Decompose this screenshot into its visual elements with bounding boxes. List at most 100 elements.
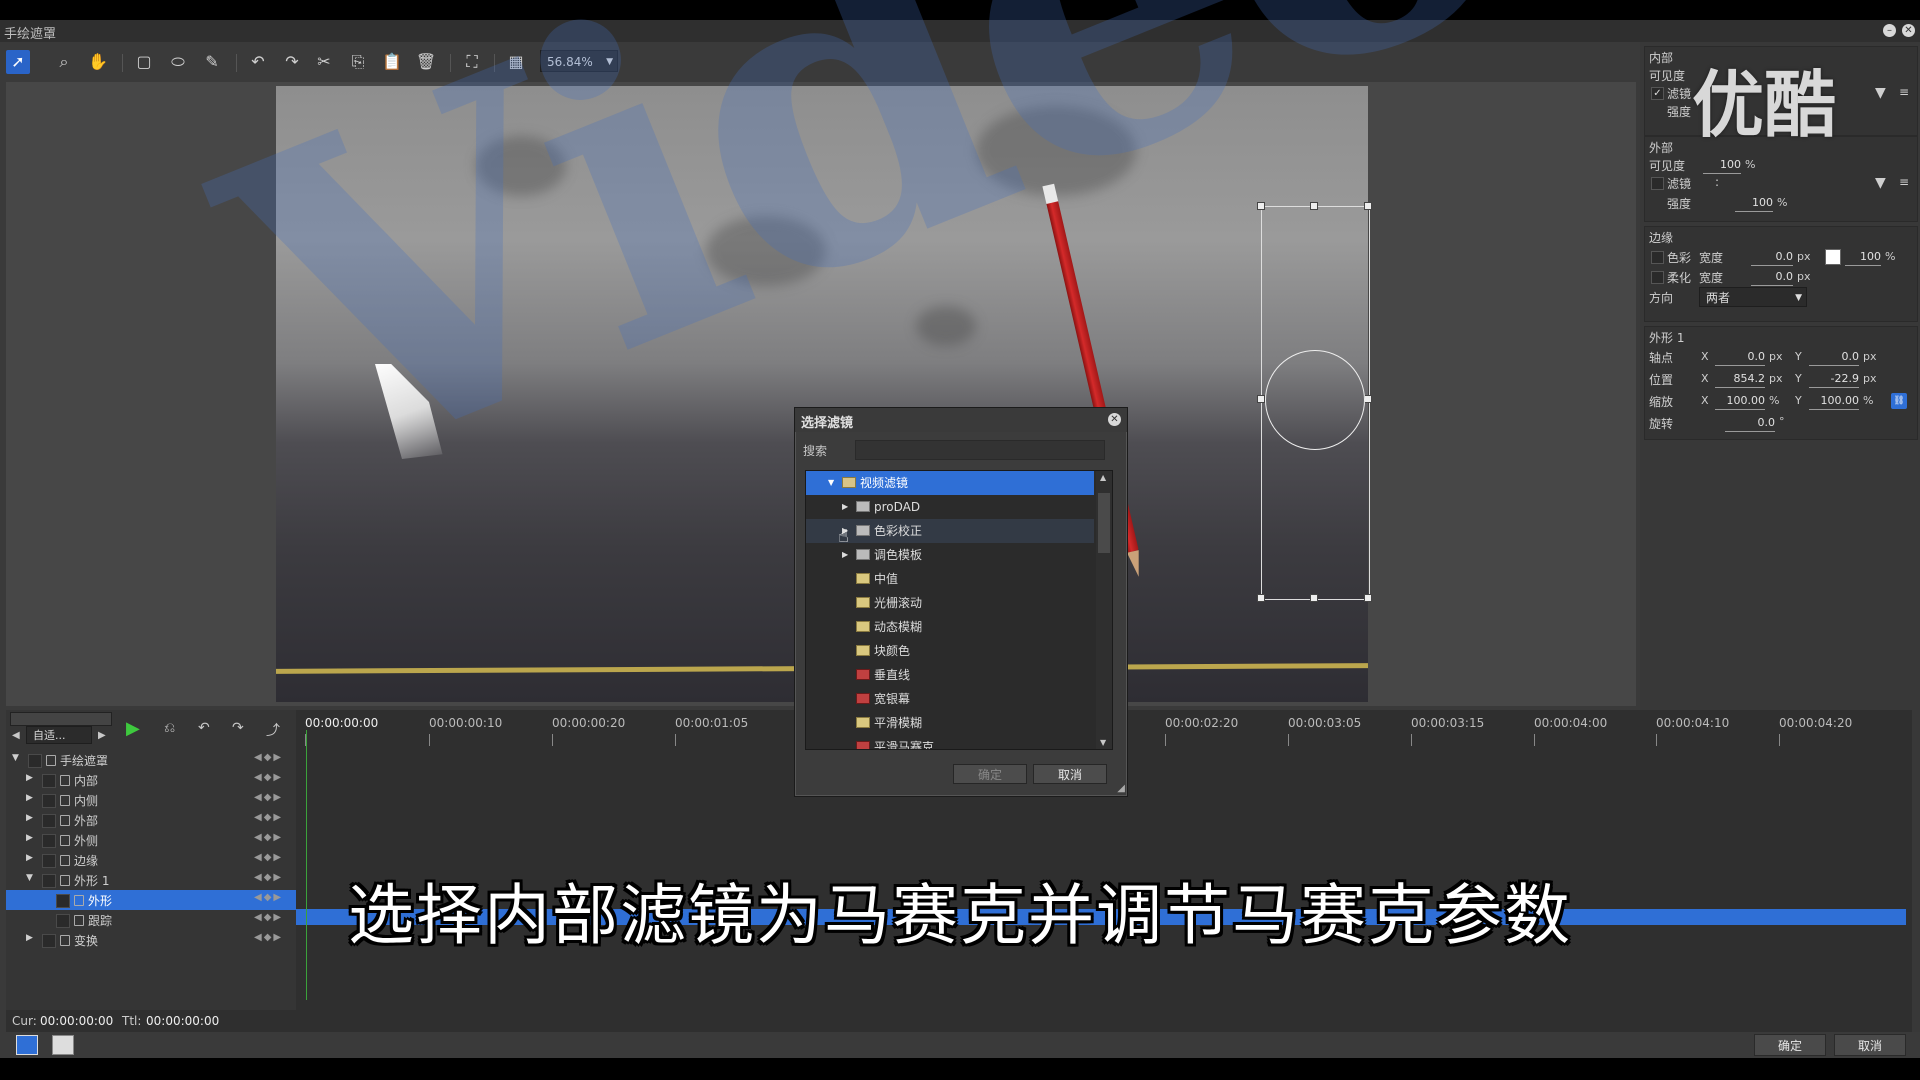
- scroll-up-icon[interactable]: ▲: [1100, 473, 1106, 482]
- collapsed-arrow-icon[interactable]: ▶: [26, 833, 33, 843]
- timeline-slider[interactable]: [10, 712, 112, 726]
- timeline-track[interactable]: ▶ 内部 ◀◆▶: [6, 770, 296, 790]
- redo-icon[interactable]: ↷: [280, 50, 304, 74]
- search-input[interactable]: [855, 440, 1105, 460]
- mask-handle[interactable]: [1257, 395, 1265, 403]
- fit-screen-icon[interactable]: ⛶: [460, 50, 484, 74]
- dialog-cancel-button[interactable]: 取消: [1033, 764, 1107, 784]
- copy-icon[interactable]: ⎘: [346, 50, 370, 74]
- timeline-track[interactable]: ▶ 外部 ◀◆▶: [6, 810, 296, 830]
- grid-icon[interactable]: ▦: [504, 50, 528, 74]
- tree-item[interactable]: ▶ 色彩校正: [806, 519, 1094, 543]
- mask-handle[interactable]: [1257, 594, 1265, 602]
- scroll-down-icon[interactable]: ▼: [1100, 738, 1106, 747]
- paste-icon[interactable]: 📋: [380, 50, 404, 74]
- timeline-track[interactable]: ▶ 外侧 ◀◆▶: [6, 830, 296, 850]
- ellipse-tool-icon[interactable]: ⬭: [166, 50, 190, 74]
- mode-dropdown[interactable]: 自适...: [26, 726, 92, 744]
- mask-handle[interactable]: [1257, 202, 1265, 210]
- layout-single-icon[interactable]: [16, 1035, 38, 1055]
- feather-width-field[interactable]: 0.0: [1751, 269, 1793, 286]
- collapsed-arrow-icon[interactable]: ▶: [26, 813, 33, 823]
- timeline-track[interactable]: ▼ 手绘遮罩 ◀◆▶: [6, 750, 296, 770]
- track-checkbox[interactable]: [42, 814, 56, 828]
- filter-icon[interactable]: ▼: [1875, 85, 1886, 101]
- list-icon[interactable]: ≡: [1899, 85, 1909, 99]
- keyframe-nav-icon[interactable]: ◀◆▶: [254, 812, 283, 823]
- link-scale-icon[interactable]: ⛓: [1891, 393, 1907, 409]
- undo-icon[interactable]: ↶: [198, 720, 210, 736]
- keyframe-nav-icon[interactable]: ◀◆▶: [254, 792, 283, 803]
- scrollbar[interactable]: ▲ ▼: [1096, 471, 1112, 749]
- mask-handle[interactable]: [1364, 395, 1372, 403]
- collapsed-arrow-icon[interactable]: ▶: [842, 495, 848, 519]
- play-icon[interactable]: ▶: [126, 718, 140, 739]
- track-checkbox[interactable]: [42, 834, 56, 848]
- close-icon[interactable]: ✕: [1108, 413, 1121, 426]
- layout-dual-icon[interactable]: [52, 1035, 74, 1055]
- tree-item[interactable]: 动态模糊: [806, 615, 1094, 639]
- prev-icon[interactable]: ◀: [12, 730, 20, 741]
- edge-width-field[interactable]: 0.0: [1751, 249, 1793, 266]
- delete-icon[interactable]: 🗑: [414, 50, 438, 74]
- keyframe-nav-icon[interactable]: ◀◆▶: [254, 752, 283, 763]
- direction-dropdown[interactable]: 两者 ▼: [1699, 287, 1807, 307]
- tree-folder-video-filters[interactable]: ▼ 视频滤镜: [806, 471, 1094, 495]
- pen-tool-icon[interactable]: ✎: [200, 50, 224, 74]
- track-checkbox[interactable]: [42, 794, 56, 808]
- mask-handle[interactable]: [1310, 594, 1318, 602]
- cancel-button[interactable]: 取消: [1834, 1034, 1906, 1056]
- next-icon[interactable]: ▶: [98, 730, 106, 741]
- mask-rotation-circle[interactable]: [1265, 350, 1365, 450]
- tree-item[interactable]: ▶ proDAD: [806, 495, 1094, 519]
- mask-handle[interactable]: [1364, 594, 1372, 602]
- scale-x-field[interactable]: 100.00: [1715, 393, 1765, 410]
- anchor-x-field[interactable]: 0.0: [1715, 349, 1765, 366]
- tree-item[interactable]: 宽银幕: [806, 687, 1094, 711]
- outer-filter-checkbox[interactable]: [1651, 177, 1664, 190]
- filter-icon[interactable]: ▼: [1875, 175, 1886, 191]
- outer-strength-field[interactable]: 100: [1735, 195, 1773, 212]
- tree-item[interactable]: ▶ 调色模板: [806, 543, 1094, 567]
- position-x-field[interactable]: 854.2: [1715, 371, 1765, 388]
- tree-item[interactable]: 中值: [806, 567, 1094, 591]
- mask-handle[interactable]: [1364, 202, 1372, 210]
- edge-opacity-field[interactable]: 100: [1845, 249, 1881, 266]
- zoom-dropdown[interactable]: 56.84% ▼: [540, 50, 618, 72]
- expanded-arrow-icon[interactable]: ▼: [828, 471, 834, 495]
- tree-item[interactable]: 平滑模糊: [806, 711, 1094, 735]
- track-checkbox[interactable]: [42, 774, 56, 788]
- tree-item[interactable]: 块颜色: [806, 639, 1094, 663]
- tree-item[interactable]: 平滑马赛克: [806, 735, 1094, 749]
- edge-feather-checkbox[interactable]: [1651, 271, 1664, 284]
- rotate-field[interactable]: 0.0: [1725, 415, 1775, 432]
- dialog-ok-button[interactable]: 确定: [953, 764, 1027, 784]
- hand-tool-icon[interactable]: ✋: [86, 50, 110, 74]
- timeline-track[interactable]: ▶ 内侧 ◀◆▶: [6, 790, 296, 810]
- select-tool-icon[interactable]: ➚: [6, 50, 30, 74]
- collapsed-arrow-icon[interactable]: ▶: [26, 793, 33, 803]
- scale-y-field[interactable]: 100.00: [1809, 393, 1859, 410]
- minimize-icon[interactable]: –: [1883, 24, 1896, 37]
- outer-visibility-field[interactable]: 100: [1703, 157, 1741, 174]
- resize-grip-icon[interactable]: ◢: [1117, 783, 1125, 794]
- redo-icon[interactable]: ↷: [232, 720, 244, 736]
- scrollbar-thumb[interactable]: [1098, 493, 1110, 553]
- inner-filter-checkbox[interactable]: ✓: [1651, 87, 1664, 100]
- track-checkbox[interactable]: [28, 754, 42, 768]
- undo-icon[interactable]: ↶: [246, 50, 270, 74]
- collapsed-arrow-icon[interactable]: ▶: [26, 773, 33, 783]
- graph-icon[interactable]: ⤴: [266, 720, 280, 740]
- edge-color-swatch[interactable]: [1825, 249, 1841, 265]
- keyframe-nav-icon[interactable]: ◀◆▶: [254, 832, 283, 843]
- position-y-field[interactable]: -22.9: [1809, 371, 1859, 388]
- edge-color-checkbox[interactable]: [1651, 251, 1664, 264]
- keyframe-nav-icon[interactable]: ◀◆▶: [254, 772, 283, 783]
- zoom-tool-icon[interactable]: ⌕: [52, 50, 76, 74]
- list-icon[interactable]: ≡: [1899, 175, 1909, 189]
- tree-item[interactable]: 光栅滚动: [806, 591, 1094, 615]
- expanded-arrow-icon[interactable]: ▼: [12, 753, 19, 763]
- close-icon[interactable]: ✕: [1902, 24, 1915, 37]
- rectangle-tool-icon[interactable]: ▢: [132, 50, 156, 74]
- tree-item[interactable]: 垂直线: [806, 663, 1094, 687]
